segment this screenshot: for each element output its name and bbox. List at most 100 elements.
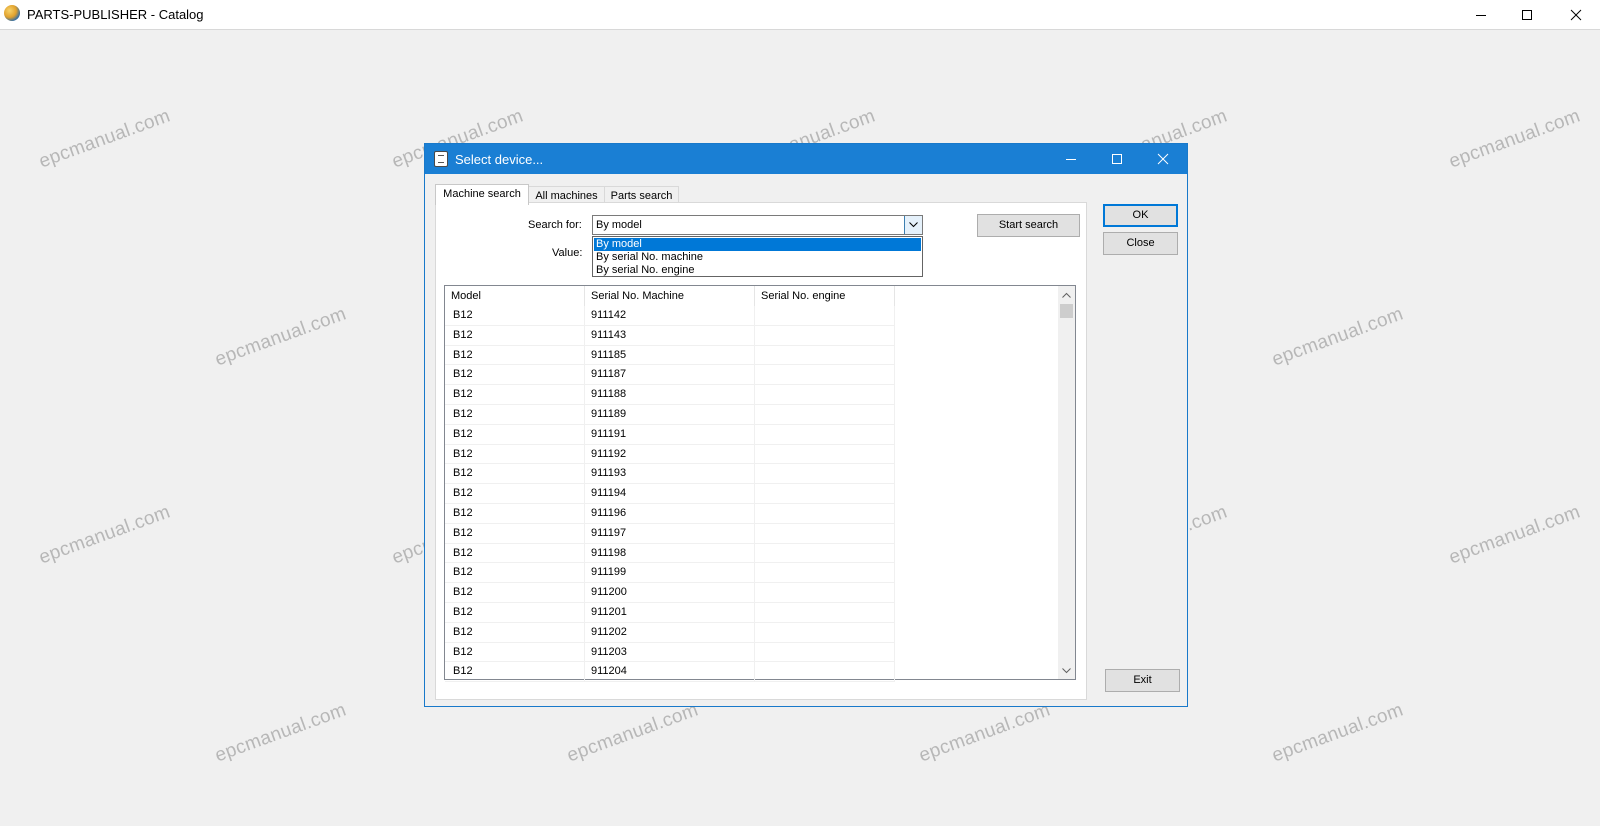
watermark: epcmanual.com [564,699,702,767]
table-row[interactable]: B12 911189 [445,404,896,425]
table-row[interactable]: B12 911188 [445,385,896,405]
option-by-model[interactable]: By model [594,238,921,251]
cell-serial-machine: 911192 [585,444,755,465]
cell-serial-machine: 911196 [585,503,755,524]
maximize-icon [1522,9,1532,20]
table-row[interactable]: B12 911192 [445,444,896,465]
table-row[interactable]: B12 911187 [445,365,896,386]
table-row[interactable]: B12 911203 [445,642,896,663]
cell-model: B12 [445,444,585,465]
table-row[interactable]: B12 911200 [445,583,896,603]
watermark: epcmanual.com [1269,699,1407,767]
table-row[interactable]: B12 911201 [445,602,896,623]
table-row[interactable]: B12 911193 [445,464,896,485]
watermark: epcmanual.com [1269,303,1407,371]
cell-model: B12 [445,345,585,366]
machine-search-panel: Search for: By model By model By serial … [435,202,1087,700]
app-globe-icon [4,5,20,21]
cell-serial-machine: 911199 [585,563,755,584]
cell-model: B12 [445,543,585,564]
dialog-close-button[interactable] [1140,144,1186,174]
table-row[interactable]: B12 911194 [445,484,896,504]
tab-machine-search[interactable]: Machine search [435,184,529,205]
table-row[interactable]: B12 911142 [445,306,896,326]
cell-serial-engine [755,563,895,584]
cell-model: B12 [445,642,585,663]
cell-serial-machine: 911191 [585,424,755,445]
cell-serial-machine: 911193 [585,464,755,485]
watermark: epcmanual.com [1446,105,1584,173]
dialog-titlebar: Select device... [425,144,1187,174]
column-header-model[interactable]: Model [445,286,585,306]
close-button[interactable]: Close [1103,232,1178,255]
column-header-serial-engine[interactable]: Serial No. engine [755,286,895,306]
minimize-icon [1476,14,1486,16]
chevron-down-icon [1062,667,1071,673]
minimize-button[interactable] [1458,0,1504,29]
cell-model: B12 [445,325,585,346]
watermark: epcmanual.com [1446,501,1584,569]
option-by-serial-engine[interactable]: By serial No. engine [594,264,921,277]
table-row[interactable]: B12 911191 [445,424,896,445]
cell-model: B12 [445,602,585,623]
cell-serial-machine: 911197 [585,523,755,544]
table-row[interactable]: B12 911185 [445,345,896,366]
cell-model: B12 [445,404,585,425]
cell-serial-engine [755,602,895,623]
table-row[interactable]: B12 911196 [445,503,896,524]
cell-serial-engine [755,365,895,386]
cell-serial-machine: 911202 [585,622,755,643]
close-icon [1570,9,1582,20]
app-titlebar: PARTS-PUBLISHER - Catalog [0,0,1600,30]
dropdown-button[interactable] [904,216,922,234]
column-header-serial-machine[interactable]: Serial No. Machine [585,286,755,306]
scroll-thumb[interactable] [1060,304,1073,318]
cell-model: B12 [445,385,585,405]
cell-serial-engine [755,444,895,465]
app-title: PARTS-PUBLISHER - Catalog [27,7,204,22]
dialog-title: Select device... [455,152,544,167]
cell-model: B12 [445,622,585,643]
watermark: epcmanual.com [212,699,350,767]
cell-serial-machine: 911185 [585,345,755,366]
table-row[interactable]: B12 911198 [445,543,896,564]
dialog-maximize-button[interactable] [1094,144,1140,174]
table-row[interactable]: B12 911202 [445,622,896,643]
exit-button[interactable]: Exit [1105,669,1180,692]
table-row[interactable]: B12 911143 [445,325,896,346]
close-window-button[interactable] [1553,0,1599,29]
close-icon [1157,153,1169,165]
cell-serial-machine: 911188 [585,385,755,405]
chevron-down-icon [909,222,918,228]
search-for-value: By model [596,219,642,231]
cell-model: B12 [445,583,585,603]
maximize-button[interactable] [1504,0,1550,29]
table-row[interactable]: B12 911197 [445,523,896,544]
cell-serial-machine: 911200 [585,583,755,603]
scroll-up-button[interactable] [1058,286,1075,303]
cell-serial-machine: 911189 [585,404,755,425]
cell-model: B12 [445,662,585,683]
option-by-serial-machine[interactable]: By serial No. machine [594,251,921,264]
cell-serial-machine: 911203 [585,642,755,663]
search-for-select[interactable]: By model [592,215,923,235]
table-row[interactable]: B12 911199 [445,563,896,584]
table-row[interactable]: B12 911204 [445,662,896,683]
maximize-icon [1112,154,1122,164]
cell-serial-engine [755,484,895,504]
scroll-down-button[interactable] [1058,662,1075,679]
cell-serial-machine: 911142 [585,306,755,326]
cell-model: B12 [445,365,585,386]
ok-button[interactable]: OK [1103,204,1178,227]
cell-serial-machine: 911204 [585,662,755,683]
scroll-icon [434,151,448,167]
cell-model: B12 [445,464,585,485]
dialog-minimize-button[interactable] [1048,144,1094,174]
cell-serial-machine: 911198 [585,543,755,564]
start-search-button[interactable]: Start search [977,214,1080,237]
cell-serial-machine: 911187 [585,365,755,386]
vertical-scrollbar[interactable] [1058,286,1075,679]
minimize-icon [1066,159,1076,160]
select-device-dialog: Select device... Machine search All mach… [424,143,1188,707]
cell-serial-engine [755,464,895,485]
